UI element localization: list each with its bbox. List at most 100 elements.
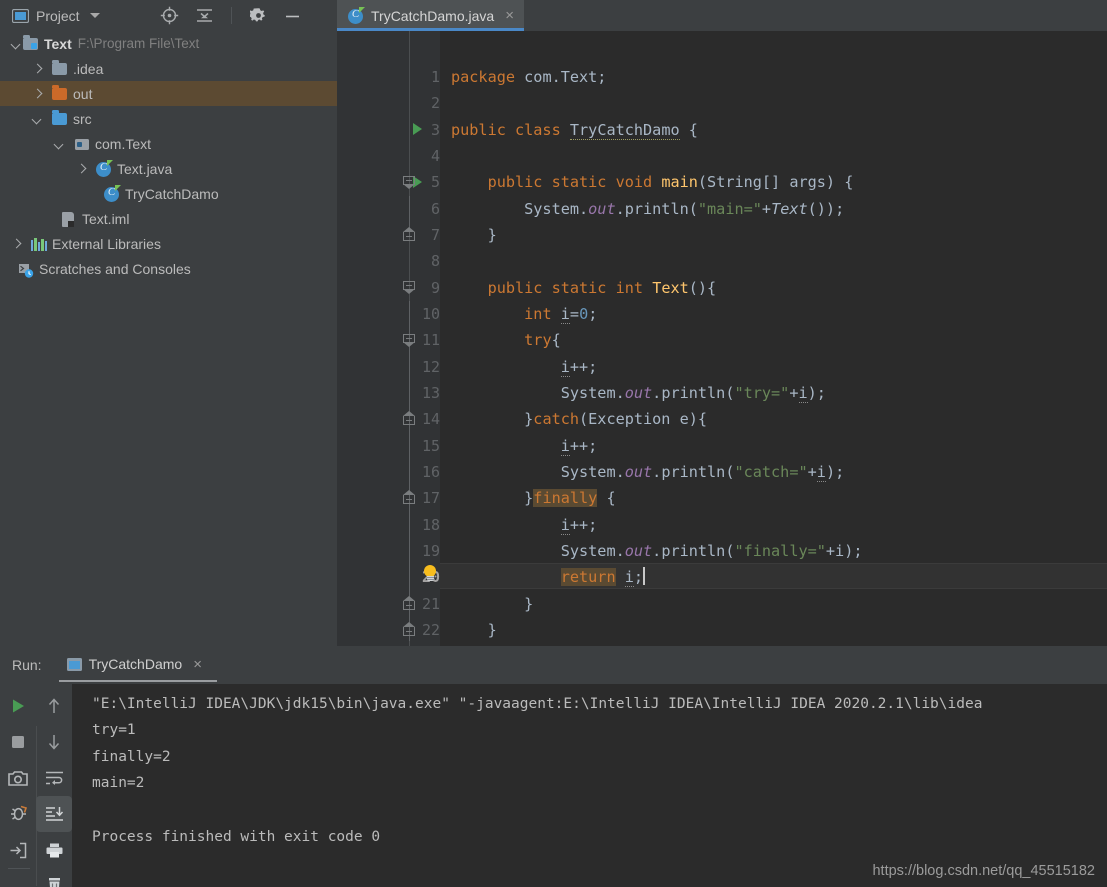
- fold-marker-close[interactable]: [403, 622, 416, 640]
- tree-row-src[interactable]: src: [0, 106, 337, 131]
- project-window-icon: [12, 8, 29, 23]
- code-line-21: }: [451, 595, 534, 613]
- fold-marker-close[interactable]: [403, 411, 416, 429]
- chevron-right-icon[interactable]: [31, 87, 44, 100]
- code-line-16: System.out.println("catch="+i);: [451, 463, 845, 482]
- chevron-down-icon[interactable]: [53, 137, 66, 150]
- run-tab-trycatchdamo[interactable]: TryCatchDamo ×: [58, 656, 217, 682]
- tree-row-trycatchdamo[interactable]: TryCatchDamo: [0, 181, 337, 206]
- code-editor[interactable]: 1 2 3 4 5 6 7 8 9 10 11 12 13 14 15 16 1…: [337, 31, 1107, 646]
- chevron-down-icon[interactable]: [89, 13, 100, 18]
- console-output[interactable]: "E:\IntelliJ IDEA\JDK\jdk15\bin\java.exe…: [72, 684, 1107, 887]
- fold-marker-open[interactable]: [403, 281, 416, 294]
- chevron-down-icon[interactable]: [10, 37, 23, 50]
- editor-gutter[interactable]: 1 2 3 4 5 6 7 8 9 10 11 12 13 14 15 16 1…: [337, 31, 440, 646]
- line-number: 19: [421, 542, 440, 560]
- fold-marker-open[interactable]: [403, 334, 416, 347]
- line-number: 1: [430, 68, 440, 86]
- code-line-13: System.out.println("try="+i);: [451, 384, 826, 403]
- code-text[interactable]: package com.Text; public class TryCatchD…: [440, 31, 1107, 646]
- code-line-6: System.out.println("main="+Text());: [451, 200, 845, 218]
- ide-window: Project Text F:\Program File\Text .idea …: [0, 0, 1107, 887]
- folder-icon: [52, 60, 68, 77]
- editor-panel: TryCatchDamo.java × 1 2 3 4 5 6 7 8 9: [337, 0, 1107, 646]
- tree-row-iml[interactable]: Text.iml: [0, 206, 337, 231]
- close-icon[interactable]: ×: [505, 8, 514, 23]
- code-line-17: }finally {: [451, 489, 616, 507]
- code-line-15: i++;: [560, 437, 598, 456]
- collapse-all-icon[interactable]: [196, 7, 213, 25]
- tree-row-external-libraries[interactable]: External Libraries: [0, 231, 337, 256]
- minimize-icon[interactable]: [284, 9, 301, 23]
- chevron-right-icon[interactable]: [75, 162, 88, 175]
- tab-trycatchdamo-java[interactable]: TryCatchDamo.java ×: [337, 0, 524, 31]
- arrow-down-icon[interactable]: [36, 724, 72, 760]
- code-line-1: package com.Text;: [451, 68, 607, 86]
- run-toolbar[interactable]: [0, 684, 72, 887]
- tree-row-idea[interactable]: .idea: [0, 56, 337, 81]
- project-tree[interactable]: Text F:\Program File\Text .idea out src …: [0, 31, 337, 646]
- code-line-12: i++;: [560, 358, 598, 377]
- code-line-11: try{: [524, 331, 561, 349]
- export-icon[interactable]: [0, 832, 36, 868]
- debug-restart-icon[interactable]: [0, 796, 36, 832]
- trash-icon[interactable]: [36, 868, 72, 887]
- code-line-5: public static void main(String[] args) {: [487, 173, 854, 191]
- console-line: "E:\IntelliJ IDEA\JDK\jdk15\bin\java.exe…: [92, 696, 983, 712]
- console-line: Process finished with exit code 0: [92, 829, 381, 845]
- run-tool-window: Run: TryCatchDamo × "E:\IntelliJ IDEA\JD…: [0, 646, 1107, 887]
- chevron-down-icon[interactable]: [31, 112, 44, 125]
- rerun-icon[interactable]: [0, 688, 36, 724]
- print-icon[interactable]: [36, 832, 72, 868]
- tree-label: External Libraries: [52, 235, 161, 252]
- fold-marker-close[interactable]: [403, 596, 416, 614]
- chevron-right-icon[interactable]: [31, 62, 44, 75]
- code-line-20: return i;: [560, 567, 645, 587]
- tab-label: TryCatchDamo.java: [371, 7, 495, 24]
- code-line-22: }: [451, 621, 497, 639]
- tree-label: Scratches and Consoles: [39, 260, 191, 277]
- fold-marker-close[interactable]: [403, 490, 416, 508]
- scroll-to-end-icon[interactable]: [36, 796, 72, 832]
- tree-row-out[interactable]: out: [0, 81, 337, 106]
- line-number: 4: [430, 147, 440, 165]
- fold-marker-close[interactable]: [403, 227, 416, 245]
- package-icon: [74, 136, 90, 152]
- tree-row-package[interactable]: com.Text: [0, 131, 337, 156]
- close-icon[interactable]: ×: [193, 657, 202, 672]
- console-line: finally=2: [92, 749, 171, 765]
- project-label: Project: [36, 7, 80, 24]
- arrow-up-icon[interactable]: [36, 688, 72, 724]
- project-tool-window-button[interactable]: Project: [0, 0, 100, 31]
- tree-row-scratches[interactable]: Scratches and Consoles: [0, 256, 337, 281]
- editor-tab-bar: TryCatchDamo.java ×: [337, 0, 1107, 31]
- run-label: Run:: [12, 657, 42, 673]
- line-number: 2: [430, 94, 440, 112]
- java-class-icon: [348, 6, 365, 24]
- code-line-7: }: [451, 226, 497, 244]
- chevron-right-icon[interactable]: [10, 237, 23, 250]
- fold-marker-open[interactable]: [403, 176, 416, 189]
- locate-icon[interactable]: [160, 6, 179, 25]
- console-line: try=1: [92, 722, 136, 738]
- intention-bulb-icon[interactable]: [422, 565, 438, 582]
- tree-row-project[interactable]: Text F:\Program File\Text: [0, 31, 337, 56]
- iml-file-icon: [61, 211, 77, 227]
- tree-label: Text.java: [117, 160, 173, 177]
- line-number: 15: [421, 437, 440, 455]
- folder-excluded-icon: [52, 85, 68, 102]
- code-line-10: int i=0;: [524, 305, 598, 324]
- soft-wrap-icon[interactable]: [36, 760, 72, 796]
- tree-label: out: [73, 85, 93, 102]
- text-caret: [643, 567, 645, 585]
- line-number: 12: [421, 358, 440, 376]
- tree-row-text-java[interactable]: Text.java: [0, 156, 337, 181]
- stop-icon[interactable]: [0, 724, 36, 760]
- gear-icon[interactable]: [249, 7, 267, 24]
- source-folder-icon: [52, 110, 68, 127]
- libraries-icon: [31, 236, 47, 252]
- tree-label: Text: [44, 35, 72, 52]
- camera-icon[interactable]: [0, 760, 36, 796]
- run-class-marker-icon[interactable]: [413, 123, 422, 135]
- code-line-18: i++;: [560, 516, 598, 535]
